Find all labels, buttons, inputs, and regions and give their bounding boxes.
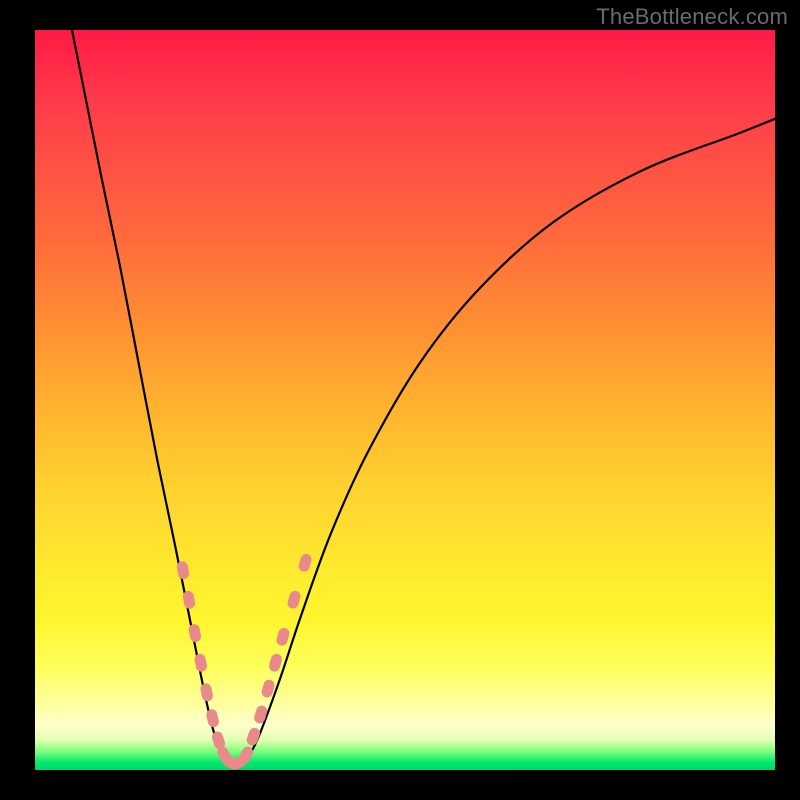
watermark-text: TheBottleneck.com [596,4,788,30]
bottleneck-curve [72,30,775,765]
curve-marker [205,708,220,728]
chart-frame: TheBottleneck.com [0,0,800,800]
curve-marker [245,726,261,747]
curve-marker [275,627,291,647]
curve-marker [297,553,313,573]
curve-marker [188,623,202,643]
curve-marker [253,704,269,724]
plot-area [35,30,775,770]
curve-marker [199,682,214,702]
curve-marker [268,653,284,673]
curve-svg [35,30,775,770]
curve-marker [286,590,302,610]
curve-marker [194,653,208,673]
marker-group [176,553,313,772]
